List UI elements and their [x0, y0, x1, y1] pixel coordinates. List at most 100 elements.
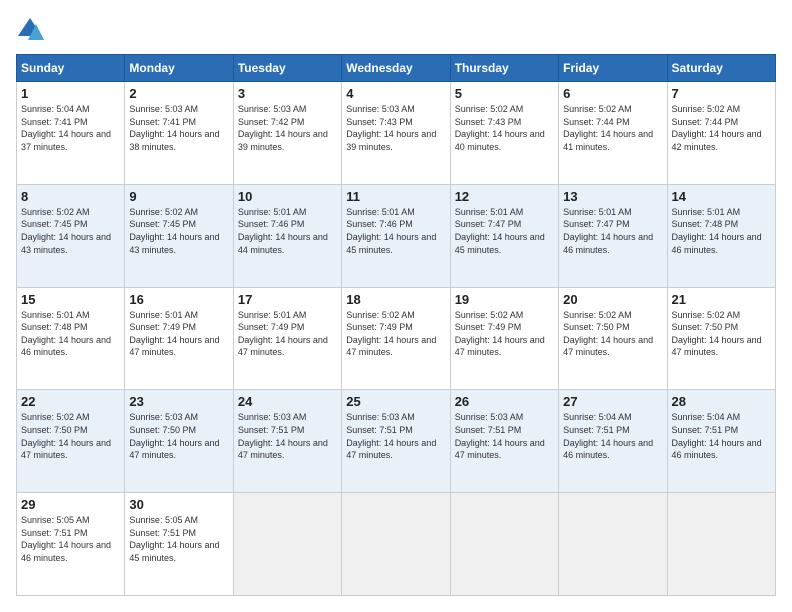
header-row: SundayMondayTuesdayWednesdayThursdayFrid… [17, 55, 776, 82]
day-info: Sunrise: 5:05 AMSunset: 7:51 PMDaylight:… [21, 515, 111, 563]
day-info: Sunrise: 5:02 AMSunset: 7:50 PMDaylight:… [21, 412, 111, 460]
day-number: 23 [129, 394, 228, 409]
day-info: Sunrise: 5:02 AMSunset: 7:50 PMDaylight:… [672, 310, 762, 358]
day-info: Sunrise: 5:02 AMSunset: 7:44 PMDaylight:… [563, 104, 653, 152]
day-info: Sunrise: 5:02 AMSunset: 7:45 PMDaylight:… [129, 207, 219, 255]
day-cell: 21 Sunrise: 5:02 AMSunset: 7:50 PMDaylig… [667, 287, 775, 390]
day-info: Sunrise: 5:02 AMSunset: 7:45 PMDaylight:… [21, 207, 111, 255]
day-cell [342, 493, 450, 596]
day-cell: 9 Sunrise: 5:02 AMSunset: 7:45 PMDayligh… [125, 184, 233, 287]
day-cell: 25 Sunrise: 5:03 AMSunset: 7:51 PMDaylig… [342, 390, 450, 493]
header-cell-friday: Friday [559, 55, 667, 82]
day-info: Sunrise: 5:02 AMSunset: 7:50 PMDaylight:… [563, 310, 653, 358]
day-info: Sunrise: 5:01 AMSunset: 7:48 PMDaylight:… [672, 207, 762, 255]
day-number: 12 [455, 189, 554, 204]
day-cell: 19 Sunrise: 5:02 AMSunset: 7:49 PMDaylig… [450, 287, 558, 390]
day-cell: 14 Sunrise: 5:01 AMSunset: 7:48 PMDaylig… [667, 184, 775, 287]
day-cell: 7 Sunrise: 5:02 AMSunset: 7:44 PMDayligh… [667, 82, 775, 185]
day-number: 14 [672, 189, 771, 204]
day-cell [559, 493, 667, 596]
day-number: 25 [346, 394, 445, 409]
week-row-1: 1 Sunrise: 5:04 AMSunset: 7:41 PMDayligh… [17, 82, 776, 185]
day-cell: 13 Sunrise: 5:01 AMSunset: 7:47 PMDaylig… [559, 184, 667, 287]
day-number: 1 [21, 86, 120, 101]
day-info: Sunrise: 5:02 AMSunset: 7:49 PMDaylight:… [455, 310, 545, 358]
day-info: Sunrise: 5:01 AMSunset: 7:49 PMDaylight:… [238, 310, 328, 358]
week-row-5: 29 Sunrise: 5:05 AMSunset: 7:51 PMDaylig… [17, 493, 776, 596]
day-info: Sunrise: 5:03 AMSunset: 7:42 PMDaylight:… [238, 104, 328, 152]
day-info: Sunrise: 5:03 AMSunset: 7:43 PMDaylight:… [346, 104, 436, 152]
day-cell: 8 Sunrise: 5:02 AMSunset: 7:45 PMDayligh… [17, 184, 125, 287]
day-cell: 6 Sunrise: 5:02 AMSunset: 7:44 PMDayligh… [559, 82, 667, 185]
week-row-3: 15 Sunrise: 5:01 AMSunset: 7:48 PMDaylig… [17, 287, 776, 390]
day-cell: 29 Sunrise: 5:05 AMSunset: 7:51 PMDaylig… [17, 493, 125, 596]
day-cell: 12 Sunrise: 5:01 AMSunset: 7:47 PMDaylig… [450, 184, 558, 287]
day-info: Sunrise: 5:04 AMSunset: 7:51 PMDaylight:… [672, 412, 762, 460]
day-cell: 17 Sunrise: 5:01 AMSunset: 7:49 PMDaylig… [233, 287, 341, 390]
header-cell-sunday: Sunday [17, 55, 125, 82]
day-number: 7 [672, 86, 771, 101]
day-number: 18 [346, 292, 445, 307]
day-cell: 4 Sunrise: 5:03 AMSunset: 7:43 PMDayligh… [342, 82, 450, 185]
day-number: 20 [563, 292, 662, 307]
day-number: 9 [129, 189, 228, 204]
day-info: Sunrise: 5:01 AMSunset: 7:46 PMDaylight:… [346, 207, 436, 255]
header-cell-wednesday: Wednesday [342, 55, 450, 82]
header-cell-saturday: Saturday [667, 55, 775, 82]
day-number: 5 [455, 86, 554, 101]
day-number: 11 [346, 189, 445, 204]
calendar-body: 1 Sunrise: 5:04 AMSunset: 7:41 PMDayligh… [17, 82, 776, 596]
day-number: 30 [129, 497, 228, 512]
day-number: 27 [563, 394, 662, 409]
day-cell: 23 Sunrise: 5:03 AMSunset: 7:50 PMDaylig… [125, 390, 233, 493]
day-cell: 11 Sunrise: 5:01 AMSunset: 7:46 PMDaylig… [342, 184, 450, 287]
day-info: Sunrise: 5:03 AMSunset: 7:41 PMDaylight:… [129, 104, 219, 152]
day-number: 15 [21, 292, 120, 307]
day-cell: 10 Sunrise: 5:01 AMSunset: 7:46 PMDaylig… [233, 184, 341, 287]
day-info: Sunrise: 5:03 AMSunset: 7:50 PMDaylight:… [129, 412, 219, 460]
logo-icon [16, 16, 44, 44]
day-info: Sunrise: 5:04 AMSunset: 7:41 PMDaylight:… [21, 104, 111, 152]
header [16, 16, 776, 44]
day-number: 2 [129, 86, 228, 101]
day-number: 19 [455, 292, 554, 307]
day-cell: 24 Sunrise: 5:03 AMSunset: 7:51 PMDaylig… [233, 390, 341, 493]
day-info: Sunrise: 5:02 AMSunset: 7:49 PMDaylight:… [346, 310, 436, 358]
day-number: 28 [672, 394, 771, 409]
day-info: Sunrise: 5:04 AMSunset: 7:51 PMDaylight:… [563, 412, 653, 460]
day-info: Sunrise: 5:02 AMSunset: 7:43 PMDaylight:… [455, 104, 545, 152]
day-info: Sunrise: 5:01 AMSunset: 7:47 PMDaylight:… [455, 207, 545, 255]
logo [16, 16, 48, 44]
day-cell [450, 493, 558, 596]
day-number: 3 [238, 86, 337, 101]
day-cell: 5 Sunrise: 5:02 AMSunset: 7:43 PMDayligh… [450, 82, 558, 185]
day-number: 16 [129, 292, 228, 307]
day-cell: 16 Sunrise: 5:01 AMSunset: 7:49 PMDaylig… [125, 287, 233, 390]
day-cell: 3 Sunrise: 5:03 AMSunset: 7:42 PMDayligh… [233, 82, 341, 185]
day-info: Sunrise: 5:01 AMSunset: 7:48 PMDaylight:… [21, 310, 111, 358]
day-cell: 28 Sunrise: 5:04 AMSunset: 7:51 PMDaylig… [667, 390, 775, 493]
day-number: 21 [672, 292, 771, 307]
day-number: 22 [21, 394, 120, 409]
day-number: 29 [21, 497, 120, 512]
day-cell: 30 Sunrise: 5:05 AMSunset: 7:51 PMDaylig… [125, 493, 233, 596]
day-info: Sunrise: 5:03 AMSunset: 7:51 PMDaylight:… [455, 412, 545, 460]
day-number: 17 [238, 292, 337, 307]
calendar-header: SundayMondayTuesdayWednesdayThursdayFrid… [17, 55, 776, 82]
day-cell: 18 Sunrise: 5:02 AMSunset: 7:49 PMDaylig… [342, 287, 450, 390]
day-number: 13 [563, 189, 662, 204]
week-row-2: 8 Sunrise: 5:02 AMSunset: 7:45 PMDayligh… [17, 184, 776, 287]
day-info: Sunrise: 5:02 AMSunset: 7:44 PMDaylight:… [672, 104, 762, 152]
day-info: Sunrise: 5:01 AMSunset: 7:47 PMDaylight:… [563, 207, 653, 255]
week-row-4: 22 Sunrise: 5:02 AMSunset: 7:50 PMDaylig… [17, 390, 776, 493]
day-cell [233, 493, 341, 596]
day-cell: 20 Sunrise: 5:02 AMSunset: 7:50 PMDaylig… [559, 287, 667, 390]
day-info: Sunrise: 5:05 AMSunset: 7:51 PMDaylight:… [129, 515, 219, 563]
day-cell: 22 Sunrise: 5:02 AMSunset: 7:50 PMDaylig… [17, 390, 125, 493]
day-info: Sunrise: 5:03 AMSunset: 7:51 PMDaylight:… [238, 412, 328, 460]
day-number: 8 [21, 189, 120, 204]
header-cell-thursday: Thursday [450, 55, 558, 82]
day-cell: 1 Sunrise: 5:04 AMSunset: 7:41 PMDayligh… [17, 82, 125, 185]
day-info: Sunrise: 5:03 AMSunset: 7:51 PMDaylight:… [346, 412, 436, 460]
day-cell: 26 Sunrise: 5:03 AMSunset: 7:51 PMDaylig… [450, 390, 558, 493]
